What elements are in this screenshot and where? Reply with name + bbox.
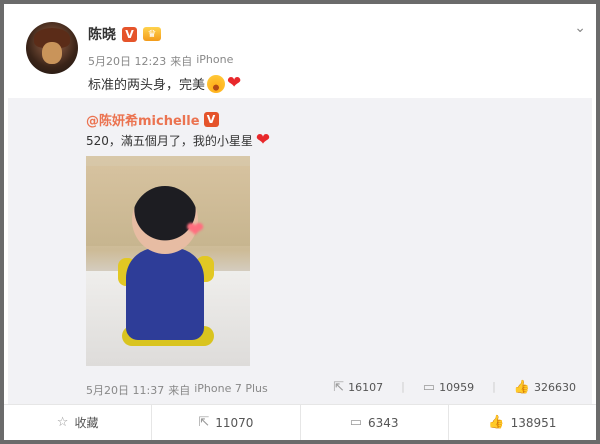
- member-crown-icon[interactable]: ♛: [143, 27, 161, 41]
- avatar[interactable]: [26, 22, 78, 74]
- post-source[interactable]: iPhone: [196, 53, 233, 69]
- repost-share-count: 16107: [348, 381, 384, 394]
- share-icon: ⇱: [333, 380, 345, 395]
- comment-count: 6343: [368, 415, 399, 430]
- photo-baby-body: [126, 248, 204, 340]
- baby-photo[interactable]: ❤: [86, 156, 250, 366]
- verified-badge-icon: V: [203, 112, 219, 127]
- source-prefix: 来自: [168, 384, 191, 397]
- repost-meta: 5月20日 11:37 来自 iPhone 7 Plus: [86, 382, 268, 398]
- favorite-label: 收藏: [74, 416, 99, 430]
- post-text: 标准的两头身，完美: [88, 78, 206, 93]
- repost-source[interactable]: iPhone 7 Plus: [194, 382, 268, 398]
- repost-comment-count: 10959: [439, 381, 475, 394]
- thumbs-up-icon: 👍: [488, 415, 505, 430]
- comment-button[interactable]: ▭ 6343: [301, 405, 449, 440]
- favorite-button[interactable]: ☆ 收藏: [4, 405, 153, 440]
- weibo-post-card: 陈晓 V ♛ 5月20日 12:23 来自 iPhone 标准的两头身，完美 ❤…: [4, 4, 596, 440]
- repost-like-count: 326630: [534, 381, 576, 394]
- repost-date[interactable]: 5月20日 11:37: [86, 382, 164, 398]
- repost-text: 520，滿五個月了，我的小星星: [86, 134, 253, 148]
- heart-emoji-icon: ❤: [255, 130, 271, 150]
- reposted-content: @陈妍希michelle V 520，滿五個月了，我的小星星 ❤ ❤ 5月20日…: [8, 98, 592, 404]
- username[interactable]: 陈晓: [88, 24, 116, 44]
- like-count: 138951: [510, 415, 557, 430]
- source-prefix: 来自: [170, 55, 193, 68]
- thumbs-up-icon: 👍: [513, 380, 530, 395]
- share-icon: ⇱: [198, 415, 210, 430]
- action-bar: ☆ 收藏 ⇱ 11070 ▭ 6343 👍 138951: [4, 404, 596, 440]
- repost-actions: ⇱ 16107 | ▭ 10959 | 👍 326630: [333, 380, 576, 395]
- verified-badge-icon: V: [122, 26, 137, 42]
- repost-count: 11070: [215, 415, 254, 430]
- comment-icon: ▭: [422, 380, 436, 395]
- heart-emoji-icon: ❤: [227, 73, 242, 93]
- comment-icon: ▭: [349, 415, 362, 430]
- blur-heart-icon: ❤: [186, 218, 205, 243]
- divider: |: [492, 380, 496, 393]
- divider: |: [401, 380, 405, 393]
- repost-author[interactable]: @陈妍希michelle: [86, 110, 200, 129]
- shocked-emoji-icon: [207, 74, 226, 93]
- post-header: 陈晓 V ♛ 5月20日 12:23 来自 iPhone 标准的两头身，完美 ❤…: [26, 16, 586, 106]
- repost-text-row: 520，滿五個月了，我的小星星 ❤: [86, 132, 270, 149]
- name-row: 陈晓 V ♛: [88, 24, 161, 44]
- post-meta: 5月20日 12:23 来自 iPhone: [88, 53, 233, 69]
- repost-like-button[interactable]: 👍 326630: [514, 380, 576, 395]
- post-date[interactable]: 5月20日 12:23: [88, 53, 166, 69]
- like-button[interactable]: 👍 138951: [449, 405, 596, 440]
- avatar-face: [42, 42, 62, 64]
- repost-share-button[interactable]: ⇱ 16107: [333, 380, 383, 395]
- repost-comment-button[interactable]: ▭ 10959: [423, 380, 474, 395]
- repost-button[interactable]: ⇱ 11070: [152, 405, 301, 440]
- repost-author-row: @陈妍希michelle V: [86, 110, 219, 129]
- star-icon: ☆: [56, 415, 69, 430]
- chevron-down-icon[interactable]: ⌄: [574, 20, 586, 36]
- post-text-row: 标准的两头身，完美 ❤: [88, 74, 241, 93]
